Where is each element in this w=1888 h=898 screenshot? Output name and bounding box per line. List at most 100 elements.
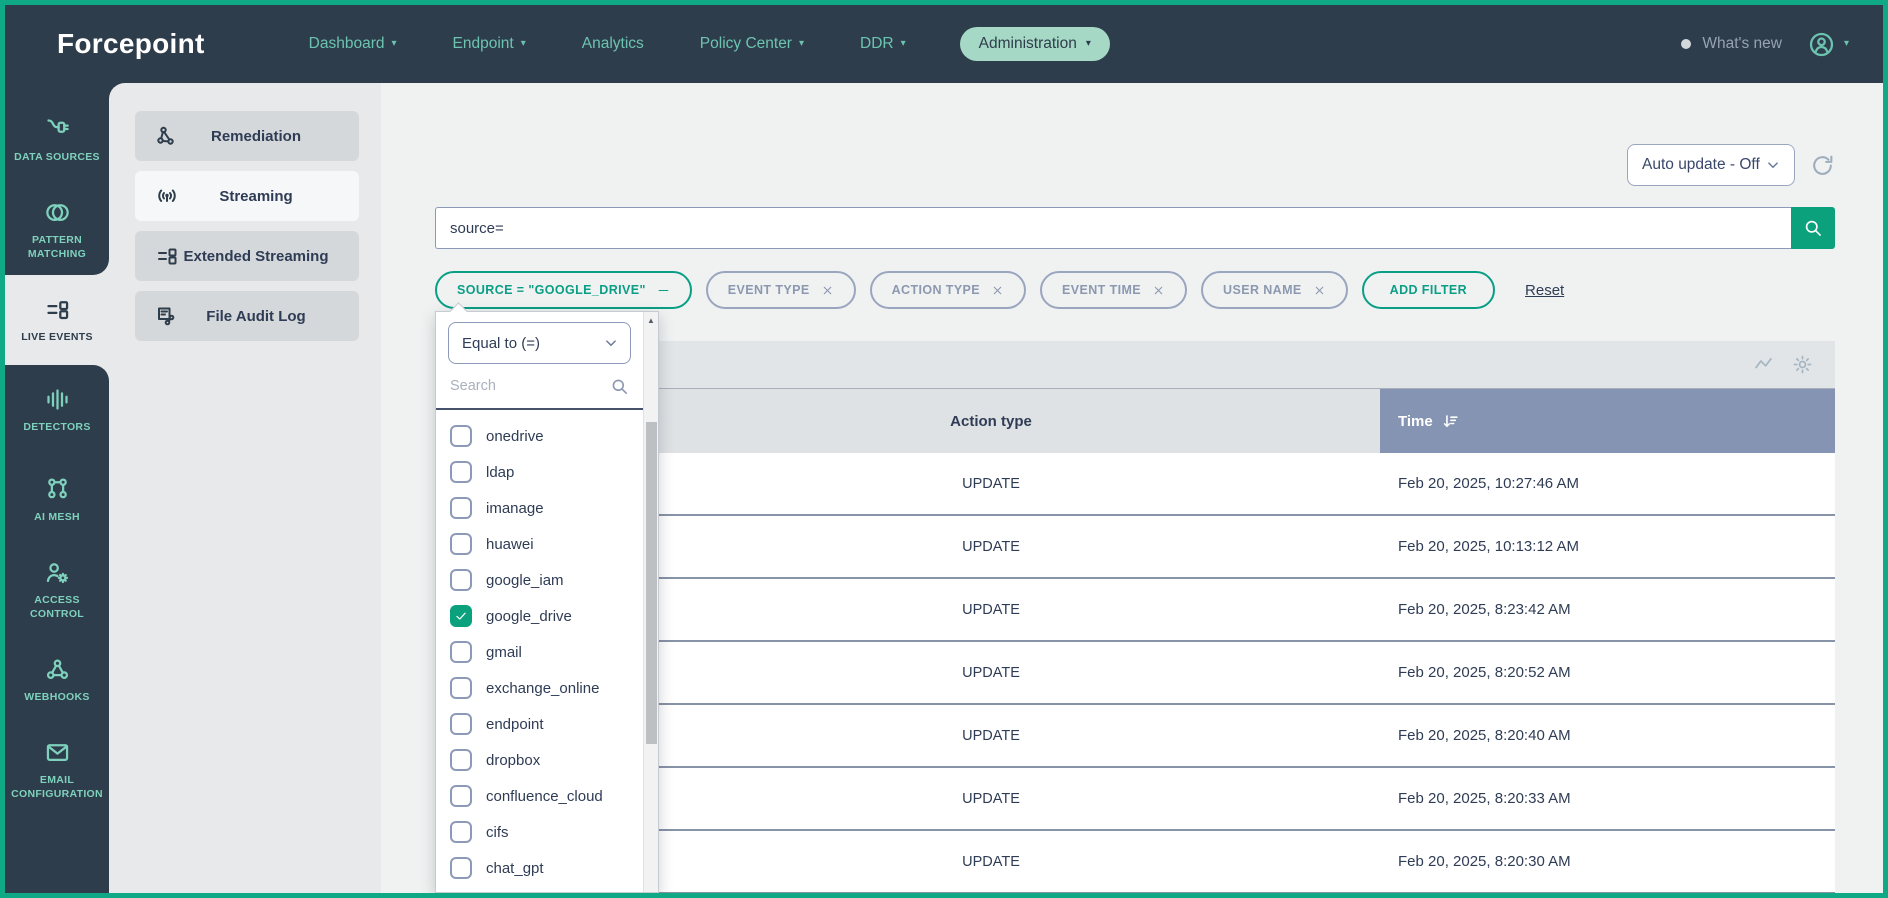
nav-item-administration[interactable]: Administration ▾ — [960, 27, 1110, 61]
close-icon[interactable] — [821, 284, 834, 297]
filter-option-exchange_online[interactable]: exchange_online — [450, 670, 643, 706]
filter-option-google_drive[interactable]: google_drive — [450, 598, 643, 634]
option-search — [448, 368, 631, 404]
scrollbar[interactable]: ▲ — [643, 312, 658, 892]
checkbox[interactable] — [450, 641, 472, 663]
nav-item-policy-center[interactable]: Policy Center ▾ — [700, 35, 804, 53]
filter-option-imanage[interactable]: imanage — [450, 490, 643, 526]
checkbox[interactable] — [450, 569, 472, 591]
whats-new-dot — [1681, 39, 1691, 49]
filter-option-huawei[interactable]: huawei — [450, 526, 643, 562]
checkbox[interactable] — [450, 713, 472, 735]
filter-option-cifs[interactable]: cifs — [450, 814, 643, 850]
checkbox[interactable] — [450, 461, 472, 483]
close-icon[interactable] — [991, 284, 1004, 297]
filter-chip-source[interactable]: SOURCE = "GOOGLE_DRIVE" — [435, 271, 692, 309]
sidebar-item-live-events[interactable]: LIVE EVENTS — [5, 275, 109, 365]
user-avatar-icon[interactable] — [1808, 31, 1835, 58]
live-events-icon — [44, 296, 71, 323]
cell-time: Feb 20, 2025, 10:13:12 AM — [1380, 516, 1835, 577]
whats-new-link[interactable]: What's new — [1702, 35, 1782, 53]
search-bar — [435, 207, 1835, 249]
minus-icon[interactable] — [657, 284, 670, 297]
subnav-item-remediation[interactable]: Remediation — [135, 111, 359, 161]
nav-item-ddr[interactable]: DDR ▾ — [860, 35, 906, 53]
caret-down-icon: ▾ — [799, 38, 804, 49]
column-header-action-type[interactable]: Action type — [602, 389, 1380, 453]
option-search-input[interactable] — [448, 368, 631, 404]
checkbox[interactable] — [450, 497, 472, 519]
filter-chip-event-time[interactable]: EVENT TIME — [1040, 271, 1187, 309]
search-icon — [610, 377, 629, 396]
filter-chip-user-name[interactable]: USER NAME — [1201, 271, 1348, 309]
subnav-item-file-audit-log[interactable]: File Audit Log — [135, 291, 359, 341]
column-header-time[interactable]: Time — [1380, 389, 1835, 453]
settings-gear-icon[interactable] — [1792, 354, 1813, 375]
caret-down-icon[interactable]: ▾ — [1844, 38, 1849, 49]
cell-time: Feb 20, 2025, 8:20:30 AM — [1380, 831, 1835, 892]
nav-item-endpoint[interactable]: Endpoint ▾ — [453, 35, 526, 53]
filter-option-endpoint[interactable]: endpoint — [450, 706, 643, 742]
caret-down-icon: ▾ — [901, 38, 906, 49]
filter-option-dropbox[interactable]: dropbox — [450, 742, 643, 778]
caret-down-icon: ▾ — [1086, 38, 1091, 49]
sort-descending-icon[interactable] — [1441, 412, 1460, 431]
nav-item-analytics[interactable]: Analytics ▾ — [582, 35, 644, 53]
scrollbar-thumb[interactable] — [646, 422, 657, 744]
data-sources-icon — [44, 116, 71, 143]
cell-time: Feb 20, 2025, 8:20:52 AM — [1380, 642, 1835, 703]
access-control-icon — [44, 559, 71, 586]
filter-option-confluence_cloud[interactable]: confluence_cloud — [450, 778, 643, 814]
checkbox[interactable] — [450, 821, 472, 843]
update-row: Auto update - Off — [435, 143, 1835, 187]
checkbox[interactable] — [450, 749, 472, 771]
cell-time: Feb 20, 2025, 8:20:33 AM — [1380, 768, 1835, 829]
close-icon[interactable] — [1152, 284, 1165, 297]
cell-action-type: UPDATE — [602, 579, 1380, 640]
sidebar-item-email-configuration[interactable]: EMAIL CONFIGURATION — [5, 725, 109, 815]
filter-option-google_iam[interactable]: google_iam — [450, 562, 643, 598]
cell-action-type: UPDATE — [602, 831, 1380, 892]
streaming-icon — [155, 184, 179, 208]
cell-time: Feb 20, 2025, 8:20:40 AM — [1380, 705, 1835, 766]
sidebar-item-data-sources[interactable]: DATA SOURCES — [5, 95, 109, 185]
reset-link[interactable]: Reset — [1525, 282, 1564, 299]
top-nav: Forcepoint Dashboard ▾ Endpoint ▾ Analyt… — [5, 5, 1883, 83]
auto-update-select[interactable]: Auto update - Off — [1627, 144, 1795, 186]
filter-option-gmail[interactable]: gmail — [450, 634, 643, 670]
search-icon — [1803, 218, 1823, 238]
pattern-matching-icon — [44, 199, 71, 226]
operator-select[interactable]: Equal to (=) — [448, 322, 631, 364]
sidebar-item-access-control[interactable]: ACCESS CONTROL — [5, 545, 109, 635]
checkbox[interactable] — [450, 533, 472, 555]
sidebar-item-webhooks[interactable]: WEBHOOKS — [5, 635, 109, 725]
checkbox[interactable] — [450, 677, 472, 699]
filter-chip-action-type[interactable]: ACTION TYPE — [870, 271, 1026, 309]
checkbox[interactable] — [450, 857, 472, 879]
app-window: Forcepoint Dashboard ▾ Endpoint ▾ Analyt… — [0, 0, 1888, 898]
check-icon — [454, 609, 468, 623]
add-filter-button[interactable]: ADD FILTER — [1362, 271, 1495, 309]
filter-chip-event-type[interactable]: EVENT TYPE — [706, 271, 856, 309]
filter-option-onedrive[interactable]: onedrive — [450, 418, 643, 454]
filter-bar: SOURCE = "GOOGLE_DRIVE" EVENT TYPE ACTIO… — [435, 271, 1835, 309]
filter-option-ldap[interactable]: ldap — [450, 454, 643, 490]
sidebar-item-ai-mesh[interactable]: AI MESH — [5, 455, 109, 545]
checkbox[interactable] — [450, 605, 472, 627]
query-input[interactable] — [435, 207, 1791, 249]
subnav-item-extended-streaming[interactable]: Extended Streaming — [135, 231, 359, 281]
trend-chart-icon[interactable] — [1753, 354, 1774, 375]
subnav-item-streaming[interactable]: Streaming — [135, 171, 359, 221]
refresh-icon[interactable] — [1810, 153, 1835, 178]
nav-item-dashboard[interactable]: Dashboard ▾ — [309, 35, 397, 53]
cell-action-type: UPDATE — [602, 642, 1380, 703]
checkbox[interactable] — [450, 785, 472, 807]
filter-option-partial[interactable] — [450, 886, 643, 892]
filter-option-chat_gpt[interactable]: chat_gpt — [450, 850, 643, 886]
sidebar-item-detectors[interactable]: DETECTORS — [5, 365, 109, 455]
checkbox[interactable] — [450, 425, 472, 447]
search-button[interactable] — [1791, 207, 1835, 249]
scroll-up-arrow[interactable]: ▲ — [644, 312, 658, 325]
source-options-list: onedrive ldap imanage — [436, 410, 643, 892]
close-icon[interactable] — [1313, 284, 1326, 297]
